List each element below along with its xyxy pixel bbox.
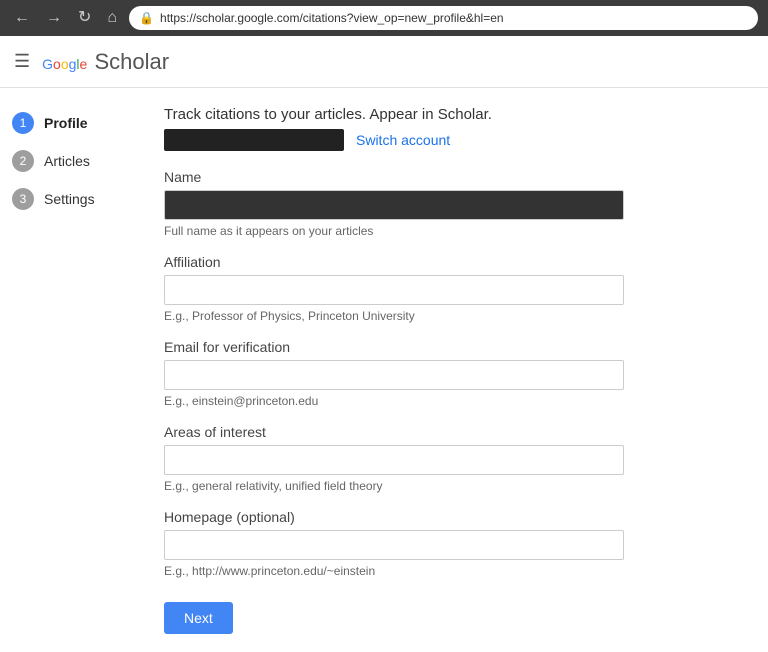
next-button[interactable]: Next: [164, 602, 233, 634]
interests-input[interactable]: [164, 445, 624, 475]
refresh-button[interactable]: ↻: [74, 8, 95, 28]
email-input[interactable]: [164, 360, 624, 390]
affiliation-input[interactable]: [164, 275, 624, 305]
homepage-input[interactable]: [164, 530, 624, 560]
url-text: https://scholar.google.com/citations?vie…: [160, 11, 504, 25]
page-header: Track citations to your articles. Appear…: [164, 106, 744, 123]
account-row: Switch account: [164, 129, 744, 151]
switch-account-link[interactable]: Switch account: [356, 132, 450, 148]
google-header: ☰ Google Scholar: [0, 36, 768, 88]
step-circle-3: 3: [12, 188, 34, 210]
google-logo: Google Scholar: [42, 49, 169, 75]
affiliation-hint: E.g., Professor of Physics, Princeton Un…: [164, 309, 744, 323]
name-field-group: Name Full name as it appears on your art…: [164, 169, 744, 238]
name-label: Name: [164, 169, 744, 185]
main-layout: 1 Profile 2 Articles 3 Settings Track ci…: [0, 88, 768, 652]
affiliation-label: Affiliation: [164, 254, 744, 270]
interests-label: Areas of interest: [164, 424, 744, 440]
affiliation-field-group: Affiliation E.g., Professor of Physics, …: [164, 254, 744, 323]
back-button[interactable]: ←: [10, 8, 34, 28]
name-hint: Full name as it appears on your articles: [164, 224, 744, 238]
lock-icon: 🔒: [139, 11, 154, 25]
step-circle-1: 1: [12, 112, 34, 134]
hamburger-icon[interactable]: ☰: [14, 51, 30, 72]
sidebar: 1 Profile 2 Articles 3 Settings: [0, 88, 140, 652]
email-field-group: Email for verification E.g., einstein@pr…: [164, 339, 744, 408]
sidebar-item-settings[interactable]: 3 Settings: [0, 180, 140, 218]
sidebar-item-articles[interactable]: 2 Articles: [0, 142, 140, 180]
browser-chrome: ← → ↻ ⌂ 🔒 https://scholar.google.com/cit…: [0, 0, 768, 36]
name-input[interactable]: [164, 190, 624, 220]
sidebar-label-articles: Articles: [44, 153, 90, 169]
interests-field-group: Areas of interest E.g., general relativi…: [164, 424, 744, 493]
address-bar[interactable]: 🔒 https://scholar.google.com/citations?v…: [129, 6, 758, 30]
email-label: Email for verification: [164, 339, 744, 355]
homepage-label: Homepage (optional): [164, 509, 744, 525]
sidebar-label-settings: Settings: [44, 191, 95, 207]
homepage-field-group: Homepage (optional) E.g., http://www.pri…: [164, 509, 744, 578]
content-area: Track citations to your articles. Appear…: [140, 88, 768, 652]
sidebar-label-profile: Profile: [44, 115, 88, 131]
step-circle-2: 2: [12, 150, 34, 172]
sidebar-item-profile[interactable]: 1 Profile: [0, 104, 140, 142]
homepage-hint: E.g., http://www.princeton.edu/~einstein: [164, 564, 744, 578]
home-button[interactable]: ⌂: [103, 8, 121, 28]
account-image: [164, 129, 344, 151]
forward-button[interactable]: →: [42, 8, 66, 28]
interests-hint: E.g., general relativity, unified field …: [164, 479, 744, 493]
email-hint: E.g., einstein@princeton.edu: [164, 394, 744, 408]
